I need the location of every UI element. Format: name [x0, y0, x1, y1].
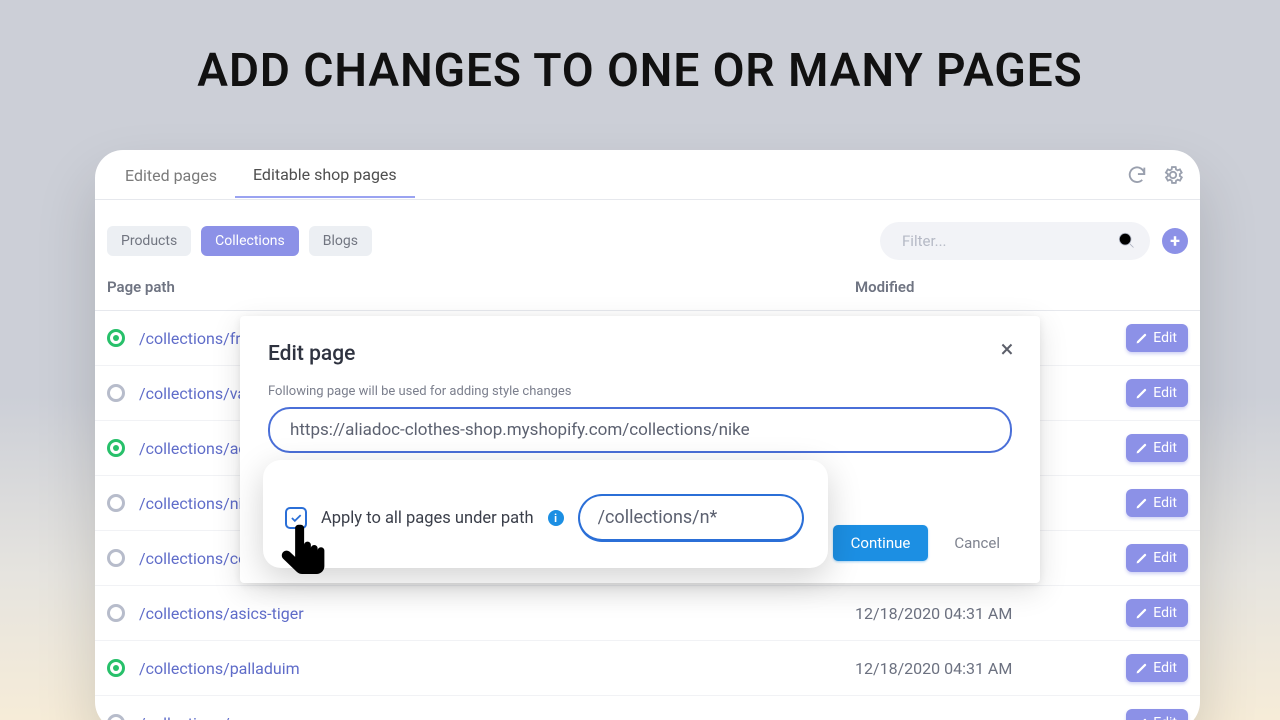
apply-all-label: Apply to all pages under path [321, 509, 534, 528]
row-path-text: /collections/ad [139, 439, 247, 458]
th-page-path: Page path [107, 278, 855, 296]
gear-icon [1162, 164, 1184, 186]
tab-editable-shop-pages[interactable]: Editable shop pages [235, 151, 415, 198]
info-icon[interactable]: i [548, 510, 564, 526]
page-url-input[interactable] [268, 407, 1012, 453]
edit-label: Edit [1153, 440, 1177, 456]
pencil-icon [1135, 552, 1148, 565]
status-indicator [107, 384, 125, 402]
settings-button[interactable] [1158, 160, 1188, 190]
chip-products[interactable]: Products [107, 226, 191, 256]
dialog-hint: Following page will be used for adding s… [268, 384, 1012, 399]
chip-blogs[interactable]: Blogs [309, 226, 372, 256]
table-row: /collections/palladuim 12/18/2020 04:31 A… [95, 641, 1200, 696]
row-path[interactable]: /collections/asics-tiger [107, 604, 855, 623]
pencil-icon [1135, 387, 1148, 400]
edit-button[interactable]: Edit [1126, 599, 1188, 627]
th-modified: Modified [855, 278, 1110, 296]
refresh-button[interactable] [1122, 160, 1152, 190]
status-indicator [107, 549, 125, 567]
row-path[interactable]: /collections/puma [107, 714, 855, 720]
chip-collections[interactable]: Collections [201, 226, 299, 256]
row-path-text: /collections/va [139, 384, 246, 403]
pencil-icon [1135, 497, 1148, 510]
row-modified: 12/18/2020 04:31 AM [855, 604, 1110, 623]
pencil-icon [1135, 662, 1148, 675]
edit-label: Edit [1153, 550, 1177, 566]
pencil-icon [1135, 607, 1148, 620]
status-indicator [107, 604, 125, 622]
row-modified: 12/18/2020 04:31 AM [855, 659, 1110, 678]
refresh-icon [1126, 164, 1148, 186]
row-path-text: /collections/palladuim [139, 659, 300, 678]
toolbar: Products Collections Blogs + [95, 200, 1200, 270]
apply-path-card: Apply to all pages under path i [263, 460, 828, 568]
edit-label: Edit [1153, 660, 1177, 676]
dialog-close-button[interactable]: × [990, 332, 1024, 366]
edit-button[interactable]: Edit [1126, 544, 1188, 572]
edit-button[interactable]: Edit [1126, 489, 1188, 517]
pencil-icon [1135, 332, 1148, 345]
row-path-text: /collections/fr [139, 329, 241, 348]
tab-edited-pages[interactable]: Edited pages [107, 152, 235, 197]
pointer-hand-icon [275, 518, 331, 590]
dialog-title: Edit page [268, 342, 1012, 366]
edit-button[interactable]: Edit [1126, 434, 1188, 462]
edit-label: Edit [1153, 385, 1177, 401]
tabs-bar: Edited pages Editable shop pages [95, 150, 1200, 200]
edit-button[interactable]: Edit [1126, 379, 1188, 407]
table-header: Page path Modified [95, 270, 1200, 311]
apply-path-input[interactable] [578, 494, 804, 542]
search-icon [1116, 230, 1136, 250]
filter-wrap [880, 222, 1150, 260]
table-row: /collections/puma Edit [95, 696, 1200, 720]
edit-label: Edit [1153, 605, 1177, 621]
edit-button[interactable]: Edit [1126, 709, 1188, 720]
pencil-icon [1135, 717, 1148, 720]
pencil-icon [1135, 442, 1148, 455]
edit-label: Edit [1153, 715, 1177, 720]
cancel-button[interactable]: Cancel [942, 525, 1012, 561]
add-page-button[interactable]: + [1162, 228, 1188, 254]
row-path[interactable]: /collections/palladuim [107, 659, 855, 678]
table-row: /collections/asics-tiger 12/18/2020 04:31… [95, 586, 1200, 641]
status-indicator [107, 439, 125, 457]
status-indicator [107, 714, 125, 720]
edit-button[interactable]: Edit [1126, 654, 1188, 682]
row-path-text: /collections/puma [139, 714, 270, 720]
continue-button[interactable]: Continue [833, 525, 929, 561]
edit-label: Edit [1153, 330, 1177, 346]
row-path-text: /collections/co [139, 549, 247, 568]
status-indicator [107, 329, 125, 347]
status-indicator [107, 494, 125, 512]
row-path-text: /collections/ni [139, 494, 242, 513]
filter-input[interactable] [880, 222, 1150, 260]
status-indicator [107, 659, 125, 677]
edit-button[interactable]: Edit [1126, 324, 1188, 352]
row-path-text: /collections/asics-tiger [139, 604, 304, 623]
edit-label: Edit [1153, 495, 1177, 511]
hero-title: ADD CHANGES TO ONE OR MANY PAGES [0, 0, 1280, 98]
